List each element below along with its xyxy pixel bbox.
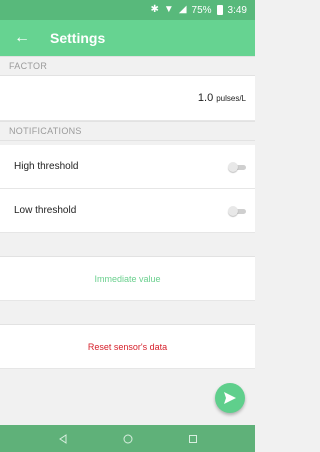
- spacer: [0, 233, 255, 257]
- immediate-value-button[interactable]: Immediate value: [0, 257, 255, 301]
- home-circle-icon[interactable]: [113, 425, 143, 452]
- factor-value: 1.0: [197, 92, 214, 104]
- reset-sensor-button[interactable]: Reset sensor's data: [0, 325, 255, 369]
- recents-square-icon[interactable]: [178, 425, 208, 452]
- high-threshold-switch[interactable]: [228, 161, 246, 172]
- send-button[interactable]: [215, 383, 245, 413]
- clock: 3:49: [227, 4, 247, 16]
- nav-bar: [0, 425, 255, 452]
- battery-percent: 75%: [191, 4, 212, 16]
- low-threshold-label: Low threshold: [14, 205, 77, 216]
- bluetooth-icon: ✱: [150, 4, 159, 15]
- spacer: [0, 301, 255, 325]
- back-triangle-icon[interactable]: [48, 425, 78, 452]
- app-bar: ← Settings: [0, 20, 255, 56]
- immediate-value-label: Immediate value: [94, 273, 161, 284]
- low-threshold-row[interactable]: Low threshold: [0, 189, 255, 233]
- switch-thumb: [228, 161, 238, 172]
- section-header-factor: FACTOR: [0, 56, 255, 76]
- arrow-left-icon[interactable]: ←: [14, 29, 40, 47]
- factor-row[interactable]: 1.0 pulses/L: [0, 76, 255, 121]
- status-bar: ✱ ▼ ◢ 75% 3:49: [0, 0, 255, 20]
- battery-icon: [216, 5, 223, 15]
- signal-icon: ◢: [178, 4, 187, 15]
- section-header-label: NOTIFICATIONS: [9, 126, 82, 136]
- send-icon: [224, 392, 236, 404]
- section-header-notifications: NOTIFICATIONS: [0, 121, 255, 141]
- section-header-label: FACTOR: [9, 61, 48, 71]
- high-threshold-row[interactable]: High threshold: [0, 145, 255, 189]
- page-title: Settings: [50, 30, 106, 46]
- switch-thumb: [228, 205, 238, 216]
- wifi-icon: ▼: [163, 4, 174, 15]
- reset-sensor-label: Reset sensor's data: [87, 341, 168, 352]
- high-threshold-label: High threshold: [14, 161, 79, 172]
- factor-unit: pulses/L: [216, 93, 246, 103]
- low-threshold-switch[interactable]: [228, 205, 246, 216]
